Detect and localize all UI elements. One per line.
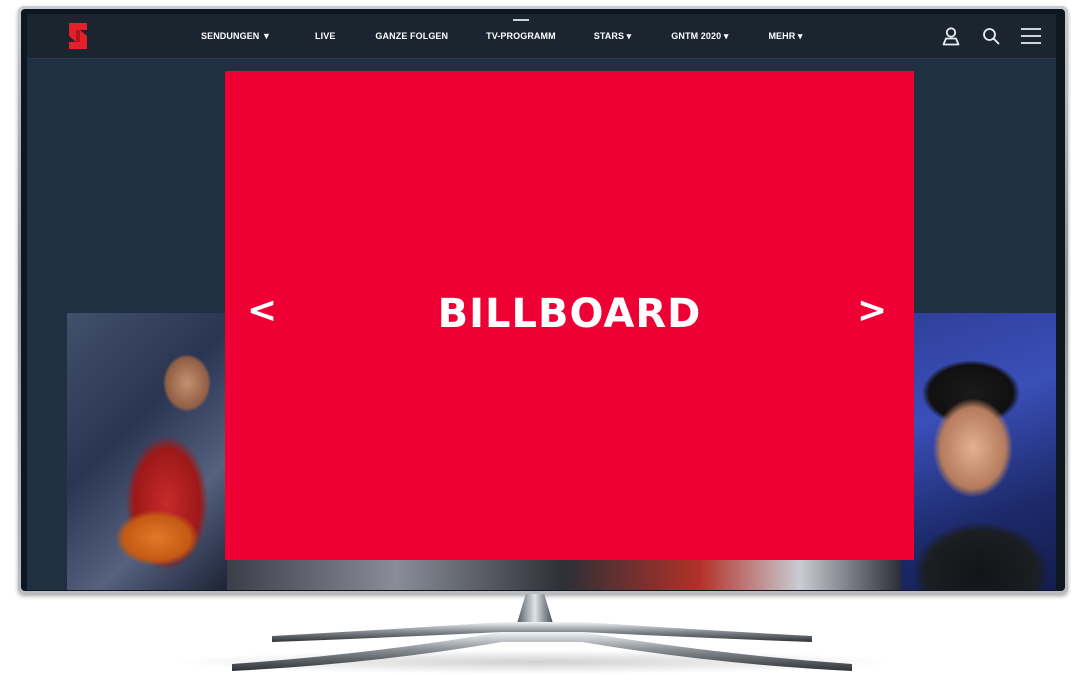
tv-frame: SENDUNGEN ▼ LIVE GANZE FOLGEN TV-PROGRAM… <box>18 6 1068 594</box>
billboard-next-arrow[interactable]: > <box>857 293 887 329</box>
nav-item-mehr[interactable]: MEHR ▾ <box>768 31 802 42</box>
nav-icon-group <box>940 14 1042 58</box>
channel-logo[interactable] <box>67 23 89 49</box>
top-navigation-bar: SENDUNGEN ▼ LIVE GANZE FOLGEN TV-PROGRAM… <box>27 14 1056 59</box>
hero-photo-left <box>67 313 227 590</box>
nav-item-gntm-2020[interactable]: GNTM 2020 ▾ <box>671 31 728 42</box>
billboard-label: BILLBOARD <box>437 291 702 337</box>
nav-item-stars[interactable]: STARS ▾ <box>594 31 632 42</box>
billboard-ad[interactable]: < BILLBOARD > <box>225 71 914 560</box>
tv-stand-base <box>232 622 852 671</box>
nav-item-tv-programm[interactable]: TV-PROGRAMM <box>486 19 556 41</box>
menu-icon[interactable] <box>1020 25 1042 47</box>
main-menu: SENDUNGEN ▼ LIVE GANZE FOLGEN TV-PROGRAM… <box>201 14 803 58</box>
nav-item-ganze-folgen[interactable]: GANZE FOLGEN <box>375 31 448 41</box>
tv-mockup: SENDUNGEN ▼ LIVE GANZE FOLGEN TV-PROGRAM… <box>0 0 1071 675</box>
search-icon[interactable] <box>980 25 1002 47</box>
user-icon[interactable] <box>940 25 962 47</box>
nav-item-sendungen[interactable]: SENDUNGEN ▼ <box>201 31 271 41</box>
nav-item-live[interactable]: LIVE <box>315 31 335 41</box>
tv-screen: SENDUNGEN ▼ LIVE GANZE FOLGEN TV-PROGRAM… <box>27 14 1056 590</box>
hero-photo-right <box>901 313 1056 590</box>
